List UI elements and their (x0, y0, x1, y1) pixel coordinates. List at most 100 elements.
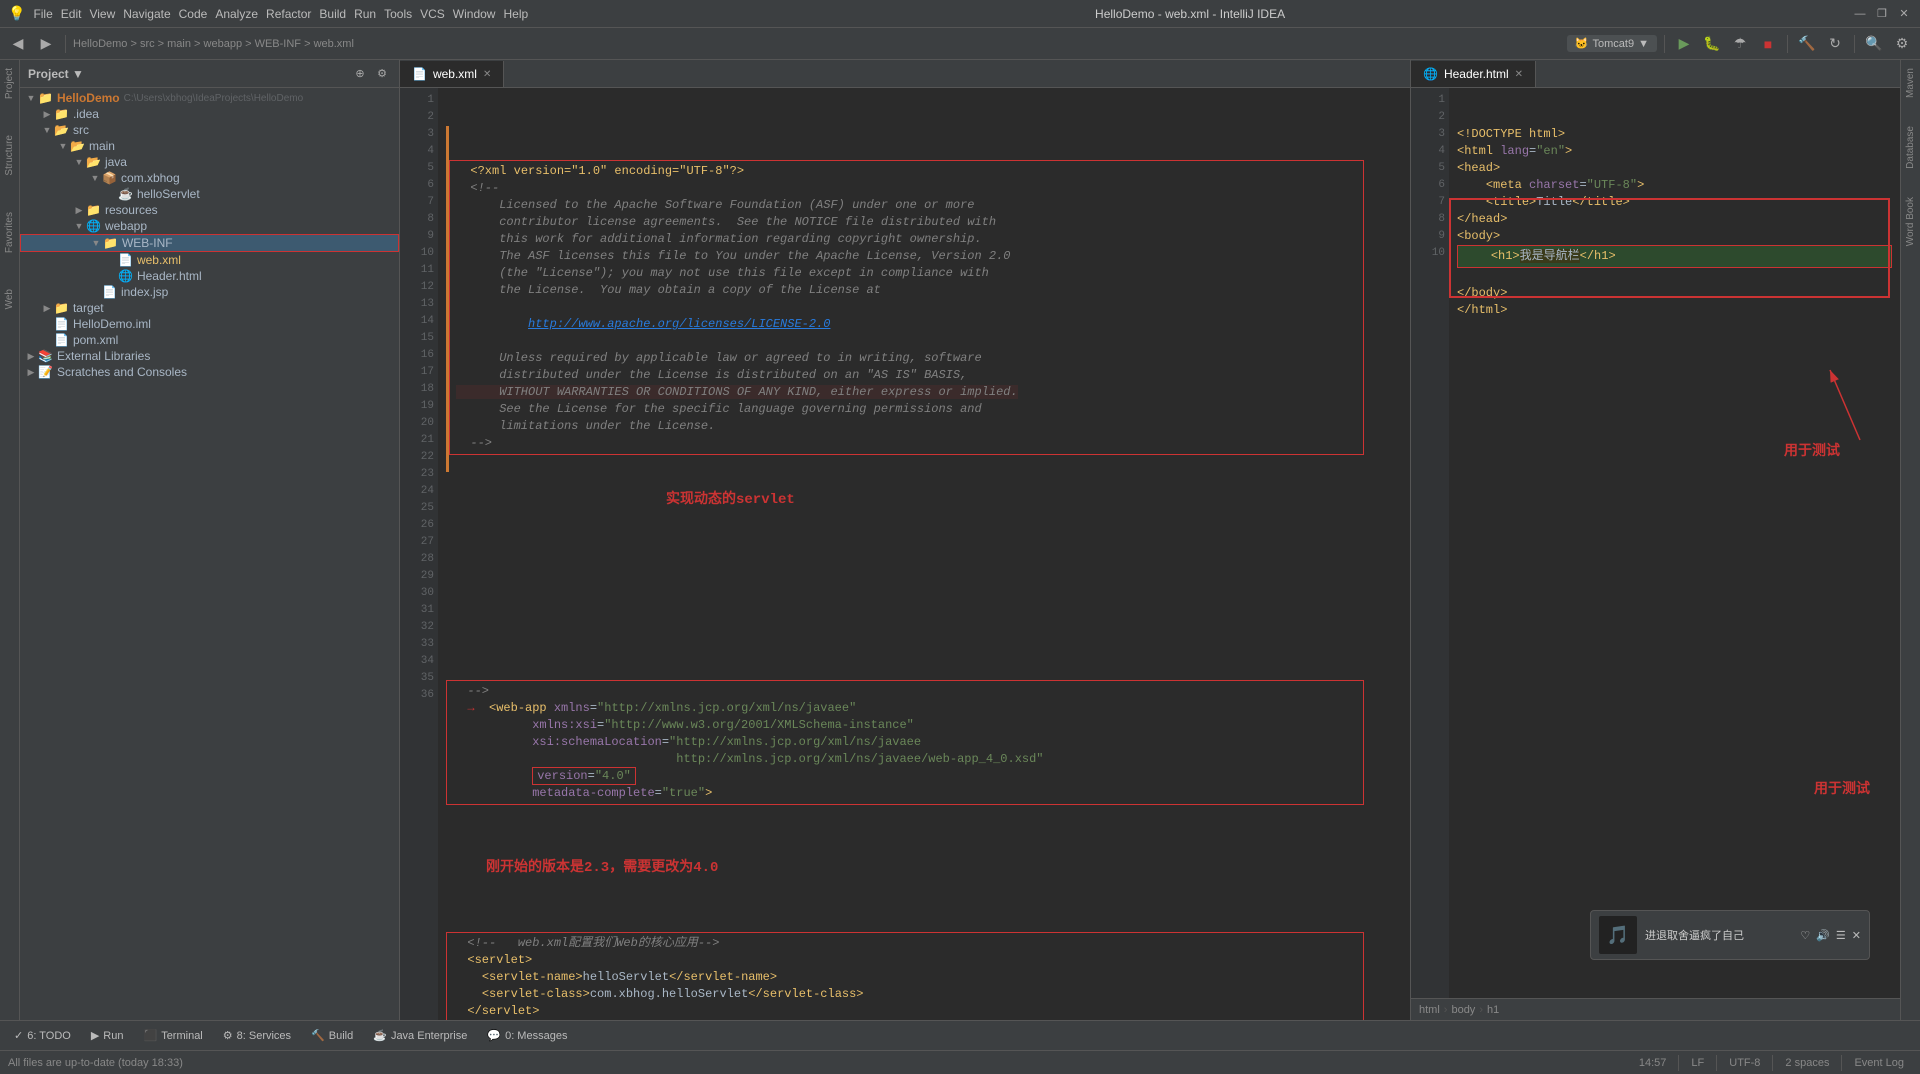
tree-item-hellodemo[interactable]: ▼ 📁 HelloDemo C:\Users\xbhog\IdeaProject… (20, 90, 399, 106)
tab-webxml-close[interactable]: ✕ (483, 69, 491, 80)
menu-window[interactable]: Window (453, 7, 496, 21)
todo-btn[interactable]: ✓ 6: TODO (6, 1027, 79, 1044)
settings-button[interactable]: ⚙ (1890, 32, 1914, 56)
menu-help[interactable]: Help (503, 7, 528, 21)
bc-body: body (1451, 1004, 1475, 1016)
menu-vcs[interactable]: VCS (420, 7, 445, 21)
run-bottom-btn[interactable]: ▶ Run (83, 1027, 132, 1044)
sidebar-web-label[interactable]: Web (2, 285, 17, 313)
arrow-icon: ▶ (40, 109, 54, 120)
sidebar-wordbook-label[interactable]: Word Book (1903, 193, 1918, 250)
sidebar-database-label[interactable]: Database (1903, 122, 1918, 173)
indexjsp-label: index.jsp (121, 285, 168, 299)
music-info: 进退取舍逼疯了自己 (1645, 927, 1792, 943)
menu-refactor[interactable]: Refactor (266, 7, 311, 21)
bc-sep-2: › (1479, 1004, 1483, 1016)
resources-label: resources (105, 203, 158, 217)
run-button[interactable]: ▶ (1672, 32, 1696, 56)
menu-edit[interactable]: Edit (61, 7, 82, 21)
spaces-status[interactable]: 2 spaces (1777, 1057, 1837, 1069)
tree-item-src[interactable]: ▼ 📂 src (20, 122, 399, 138)
webxml-code[interactable]: <?xml version="1.0" encoding="UTF-8"?> <… (438, 88, 1410, 1020)
sidebar-project-label[interactable]: Project (2, 64, 17, 103)
tab-headerhtml-close[interactable]: ✕ (1515, 69, 1523, 80)
menu-build[interactable]: Build (319, 7, 346, 21)
restore-button[interactable]: ❐ (1874, 6, 1890, 22)
close-button[interactable]: ✕ (1896, 6, 1912, 22)
tree-item-webinf[interactable]: ▼ 📁 WEB-INF (20, 234, 399, 252)
menu-code[interactable]: Code (179, 7, 208, 21)
services-label: 8: Services (237, 1030, 291, 1042)
webapp-label: webapp (105, 219, 147, 233)
menu-file[interactable]: File (33, 7, 52, 21)
tree-item-idea[interactable]: ▶ 📁 .idea (20, 106, 399, 122)
toolbar-sep-3 (1787, 35, 1788, 53)
tree-item-indexjsp[interactable]: ▶ 📄 index.jsp (20, 284, 399, 300)
menu-analyze[interactable]: Analyze (215, 7, 258, 21)
tab-webxml[interactable]: 📄 web.xml ✕ (400, 61, 504, 87)
tomcat-icon: 🐱 (1575, 37, 1589, 50)
project-panel-title: Project ▼ (28, 67, 347, 81)
messages-btn[interactable]: 💬 0: Messages (479, 1027, 575, 1044)
sidebar-favorites-label[interactable]: Favorites (2, 208, 17, 257)
services-btn[interactable]: ⚙ 8: Services (215, 1027, 299, 1044)
search-everywhere[interactable]: 🔍 (1862, 32, 1886, 56)
tree-item-iml[interactable]: ▶ 📄 HelloDemo.iml (20, 316, 399, 332)
tree-item-package[interactable]: ▼ 📦 com.xbhog (20, 170, 399, 186)
tree-item-webxml[interactable]: ▶ 📄 web.xml (20, 252, 399, 268)
menu-run[interactable]: Run (354, 7, 376, 21)
event-log-status[interactable]: Event Log (1846, 1057, 1912, 1069)
toolbar-back[interactable]: ◀ (6, 32, 30, 56)
messages-icon: 💬 (487, 1029, 501, 1042)
build-bottom-btn[interactable]: 🔨 Build (303, 1027, 361, 1044)
music-list[interactable]: ☰ (1836, 929, 1846, 942)
stop-button[interactable]: ■ (1756, 32, 1780, 56)
java-enterprise-btn[interactable]: ☕ Java Enterprise (365, 1027, 475, 1044)
lf-status[interactable]: LF (1683, 1057, 1712, 1069)
tree-item-resources[interactable]: ▶ 📁 resources (20, 202, 399, 218)
position-status[interactable]: 14:57 (1631, 1057, 1675, 1069)
headerhtml-code[interactable]: <!DOCTYPE html> <html lang="en"> <head> … (1449, 88, 1900, 998)
headerhtml-code-content[interactable]: 12345 678910 <!DOCTYPE html> <html lang=… (1411, 88, 1900, 998)
tomcat-selector[interactable]: 🐱 Tomcat9 ▼ (1567, 35, 1657, 52)
sidebar-maven-label[interactable]: Maven (1903, 64, 1918, 102)
status-sep-3 (1772, 1055, 1773, 1071)
tab-webxml-icon: 📄 (412, 67, 427, 81)
tab-headerhtml-icon: 🌐 (1423, 67, 1438, 81)
folder-icon: 📁 (54, 107, 69, 121)
menu-navigate[interactable]: Navigate (123, 7, 170, 21)
tree-item-scratches[interactable]: ▶ 📝 Scratches and Consoles (20, 364, 399, 380)
tree-item-java[interactable]: ▼ 📂 java (20, 154, 399, 170)
toolbar-forward[interactable]: ▶ (34, 32, 58, 56)
project-locate-btn[interactable]: ⊕ (351, 65, 369, 83)
sync-button[interactable]: ↻ (1823, 32, 1847, 56)
tree-item-target[interactable]: ▶ 📁 target (20, 300, 399, 316)
encoding-status[interactable]: UTF-8 (1721, 1057, 1768, 1069)
project-panel: Project ▼ ⊕ ⚙ ▼ 📁 HelloDemo C:\Users\xbh… (20, 60, 400, 1020)
bc-html: html (1419, 1004, 1440, 1016)
project-gear-btn[interactable]: ⚙ (373, 65, 391, 83)
tab-headerhtml[interactable]: 🌐 Header.html ✕ (1411, 61, 1536, 87)
arrow-icon: ▼ (40, 125, 54, 135)
tree-item-pomxml[interactable]: ▶ 📄 pom.xml (20, 332, 399, 348)
minimize-button[interactable]: — (1852, 6, 1868, 22)
tree-item-servlet[interactable]: ▶ ☕ helloServlet (20, 186, 399, 202)
run-with-coverage[interactable]: ☂ (1728, 32, 1752, 56)
music-volume[interactable]: 🔊 (1816, 929, 1830, 942)
sidebar-structure-label[interactable]: Structure (2, 131, 17, 180)
music-like[interactable]: ♡ (1800, 929, 1810, 942)
tree-item-external-libs[interactable]: ▶ 📚 External Libraries (20, 348, 399, 364)
status-sep-2 (1716, 1055, 1717, 1071)
tree-item-main[interactable]: ▼ 📂 main (20, 138, 399, 154)
webxml-editor[interactable]: 12345 678910 1112131415 1617181920 21222… (400, 88, 1410, 1020)
terminal-btn[interactable]: ⬛ Terminal (135, 1027, 210, 1044)
menu-tools[interactable]: Tools (384, 7, 412, 21)
todo-label: 6: TODO (27, 1030, 71, 1042)
menu-view[interactable]: View (89, 7, 115, 21)
tree-item-headerhtml[interactable]: ▶ 🌐 Header.html (20, 268, 399, 284)
tree-item-webapp[interactable]: ▼ 🌐 webapp (20, 218, 399, 234)
position-label: 14:57 (1639, 1057, 1667, 1069)
build-button[interactable]: 🔨 (1795, 32, 1819, 56)
debug-button[interactable]: 🐛 (1700, 32, 1724, 56)
music-close[interactable]: ✕ (1852, 929, 1861, 942)
